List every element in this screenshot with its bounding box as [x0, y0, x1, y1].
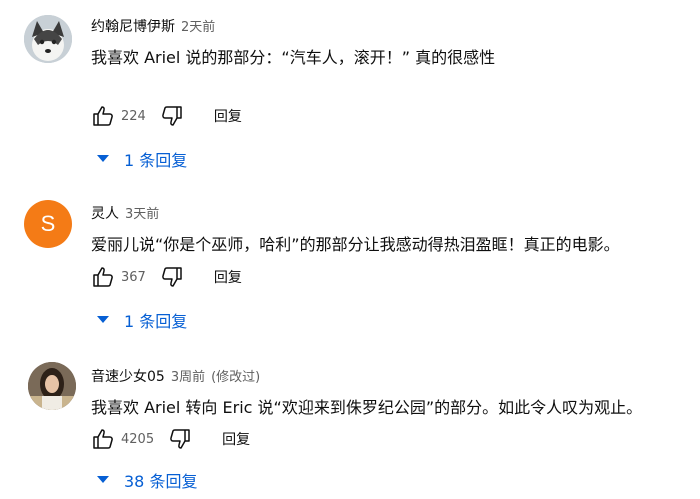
replies-label: 1 条回复 [124, 151, 188, 170]
thumbs-up-icon [93, 267, 113, 287]
like-count: 367 [121, 269, 146, 285]
person-avatar-image [28, 362, 76, 410]
comment-text: 我喜欢 Ariel 转向 Eric 说“欢迎来到侏罗纪公园”的部分。如此令人叹为… [91, 398, 643, 417]
comment-text: 我喜欢 Ariel 说的那部分：“汽车人，滚开！” 真的很感性 [91, 48, 496, 67]
dislike-button[interactable] [160, 265, 184, 289]
comment-header: 灵人 3天前 [91, 203, 159, 223]
comment-actions: 367 回复 [91, 263, 242, 291]
avatar[interactable]: S [24, 200, 72, 248]
chevron-down-icon [97, 476, 109, 483]
avatar[interactable] [28, 362, 76, 410]
author-name[interactable]: 约翰尼博伊斯 [91, 16, 175, 36]
like-count: 4205 [121, 431, 155, 447]
author-name[interactable]: 音速少女05 [91, 366, 165, 386]
thumbs-down-icon [161, 267, 182, 287]
reply-button[interactable]: 回复 [222, 429, 250, 449]
comment-actions: 224 回复 [91, 102, 242, 130]
replies-label: 38 条回复 [124, 472, 198, 491]
like-button[interactable] [91, 427, 115, 451]
comment-actions: 4205 回复 [91, 425, 250, 453]
view-replies-button[interactable]: 1 条回复 [96, 147, 187, 171]
like-button[interactable] [91, 104, 115, 128]
thumbs-down-icon [161, 106, 182, 126]
husky-avatar-image [24, 15, 72, 63]
thumbs-down-icon [170, 429, 190, 449]
dislike-button[interactable] [168, 427, 192, 451]
comment-header: 约翰尼博伊斯 2天前 [91, 16, 215, 36]
avatar[interactable] [24, 15, 72, 63]
like-count: 224 [121, 108, 146, 124]
author-name[interactable]: 灵人 [91, 203, 119, 223]
view-replies-button[interactable]: 1 条回复 [96, 308, 187, 332]
view-replies-button[interactable]: 38 条回复 [96, 468, 197, 492]
chevron-down-icon [97, 155, 109, 162]
edited-label: (修改过) [211, 370, 261, 385]
thumbs-up-icon [93, 106, 113, 126]
comment-text: 爱丽儿说“你是个巫师，哈利”的那部分让我感动得热泪盈眶！真正的电影。 [91, 235, 620, 254]
comment-time[interactable]: 2天前 [181, 16, 215, 35]
comment-time[interactable]: 3周前 [171, 366, 205, 385]
thumbs-up-icon [93, 429, 113, 449]
avatar-letter: S [40, 211, 56, 236]
comment-header: 音速少女05 3周前 (修改过) [91, 366, 260, 386]
comment-time[interactable]: 3天前 [125, 203, 159, 222]
dislike-button[interactable] [160, 104, 184, 128]
chevron-down-icon [97, 316, 109, 323]
replies-label: 1 条回复 [124, 312, 188, 331]
reply-button[interactable]: 回复 [214, 106, 242, 126]
reply-button[interactable]: 回复 [214, 267, 242, 287]
like-button[interactable] [91, 265, 115, 289]
